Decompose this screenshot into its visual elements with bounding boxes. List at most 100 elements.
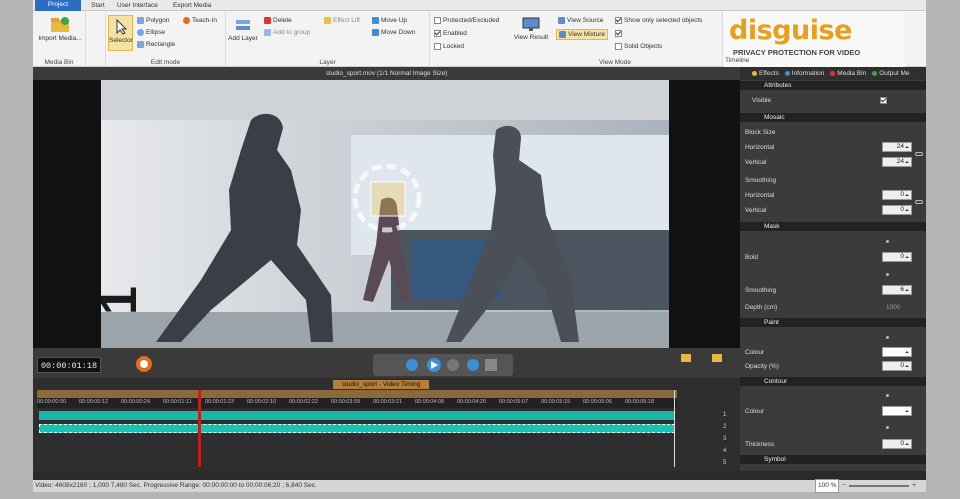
effects-panel: Effects Information Media Bin Output Me … [740,67,926,471]
smoothing-vertical-stepper[interactable]: 0 [882,205,912,215]
next-frame-button[interactable] [467,359,479,371]
zoom-slider[interactable] [849,485,910,487]
selector-label: Selector [109,37,133,44]
timeline-tick-label: 00:00:06:18 [625,399,655,405]
import-media-button[interactable]: Import Media... [35,16,85,42]
group-layer-options: Protected/Excluded Enabled Locked [430,11,508,67]
thickness-stepper[interactable]: 0 [882,439,912,449]
locked-checkbox[interactable]: Locked [434,43,464,50]
section-contour[interactable]: Contour [740,377,926,386]
visible-label: Visible [752,97,772,104]
ellipse-button[interactable]: Ellipse [137,29,165,36]
zoom-value[interactable]: 100 % [814,479,840,493]
tab-project[interactable]: Project [35,0,81,11]
zoom-out-icon[interactable]: − [842,480,846,492]
selector-button[interactable]: Selector [108,15,133,51]
polygon-button[interactable]: Polygon [137,17,170,24]
tab-media-bin-label: Media Bin [837,70,867,77]
marker-icon[interactable] [681,354,691,362]
timeline-tick-label: 00:00:01:11 [163,399,192,405]
marker-icon[interactable] [712,354,722,362]
view-source-button[interactable]: View Source [558,17,603,24]
tab-start[interactable]: Start [87,1,109,11]
timeline-track-selected[interactable] [39,424,675,433]
add-to-group-button[interactable]: Add to group [264,29,310,36]
ribbon: Import Media... Media Bin Selector Polyg… [33,11,926,67]
group-label-view-mode: View Mode [598,59,632,66]
visible-checkbox[interactable] [880,97,887,104]
media-bin-icon [830,71,836,76]
view-mixture-icon [559,31,566,38]
section-symbol[interactable]: Symbol [740,455,926,464]
teach-in-button[interactable]: Teach-In [183,17,217,24]
timeline-tick-label: 00:00:03:21 [373,399,403,405]
range-end-marker[interactable] [674,390,675,467]
show-only-selected-checkbox[interactable]: Show only selected objects [615,17,702,24]
video-header: studio_sport.mov (1/1 Normal Image Size) [33,67,740,80]
timeline-ruler[interactable] [37,390,677,398]
section-attributes[interactable]: Attributes [740,81,926,90]
tab-output-media[interactable]: Output Me [872,70,910,77]
effect-lift-icon [324,17,331,24]
block-horizontal-stepper[interactable]: 24 [882,142,912,152]
transport-controls [136,354,722,376]
arrow-down-icon [372,29,379,36]
dot-icon [886,394,889,397]
bold-stepper[interactable]: 0 [882,252,912,262]
frame-step-button[interactable] [485,359,497,371]
timeline-tick-label: 00:00:04:20 [457,399,487,405]
effect-lift-label: Effect Lift [333,17,360,24]
track-number: 5 [723,460,727,466]
zoom-in-icon[interactable]: + [912,480,916,492]
mask-smoothing-label: Smoothing [745,287,777,294]
move-up-button[interactable]: Move Up [372,17,407,24]
section-mosaic[interactable]: Mosaic [740,113,926,122]
tab-effects[interactable]: Effects [752,70,779,77]
previous-frame-button[interactable] [406,359,418,371]
tab-export-media[interactable]: Export Media [169,1,215,11]
contour-colour-label: Colour [745,408,765,415]
protected-checkbox[interactable]: Protected/Excluded [434,17,499,24]
link-icon[interactable] [915,152,923,156]
enabled-label: Enabled [443,30,467,37]
group-edit-mode: Selector Polygon Ellipse Rectangle Teach… [106,11,226,67]
option-checkbox[interactable] [615,30,622,37]
section-paint[interactable]: Paint [740,318,926,327]
timeline-track[interactable] [39,411,675,420]
track-number: 3 [723,436,727,442]
delete-icon [264,17,271,24]
polygon-label: Polygon [146,17,170,24]
view-mixture-button[interactable]: View Mixture [556,29,609,40]
tab-information[interactable]: Information [784,70,824,77]
rectangle-label: Rectangle [146,41,176,48]
smoothing-horizontal-stepper[interactable]: 0 [882,190,912,200]
timeline-tick-label: 00:00:05:07 [499,399,529,405]
pause-button[interactable] [447,359,459,371]
move-down-button[interactable]: Move Down [372,29,415,36]
protected-label: Protected/Excluded [443,17,500,24]
rectangle-button[interactable]: Rectangle [137,41,175,48]
section-mask[interactable]: Mask [740,222,926,231]
add-layer-button[interactable]: Add Layer [228,17,258,42]
mask-smoothing-stepper[interactable]: 6 [882,285,912,295]
view-result-button[interactable]: View Result [511,17,551,41]
solid-objects-checkbox[interactable]: Solid Objects [615,43,662,50]
timeline-tick-label: 00:00:01:23 [205,399,235,405]
tab-user-interface[interactable]: User Interface [113,1,162,11]
video-frame[interactable]: 1 [101,80,669,348]
playhead[interactable] [198,390,201,467]
delete-button[interactable]: Delete [264,17,292,24]
block-vertical-stepper[interactable]: 24 [882,157,912,167]
add-to-group-label: Add to group [273,29,311,36]
timeline-tick-label: 00:00:03:09 [331,399,361,405]
paint-colour-picker[interactable] [882,347,912,357]
effect-lift-button[interactable]: Effect Lift [324,17,360,24]
opacity-stepper[interactable]: 0 [882,361,912,371]
link-icon[interactable] [915,200,923,204]
enabled-checkbox[interactable]: Enabled [434,30,467,37]
contour-colour-picker[interactable] [882,406,912,416]
solid-objects-label: Solid Objects [624,43,663,50]
mosaic-object[interactable] [370,181,406,217]
tab-media-bin[interactable]: Media Bin [830,70,866,77]
studio-wall-one: 1 [101,286,148,315]
